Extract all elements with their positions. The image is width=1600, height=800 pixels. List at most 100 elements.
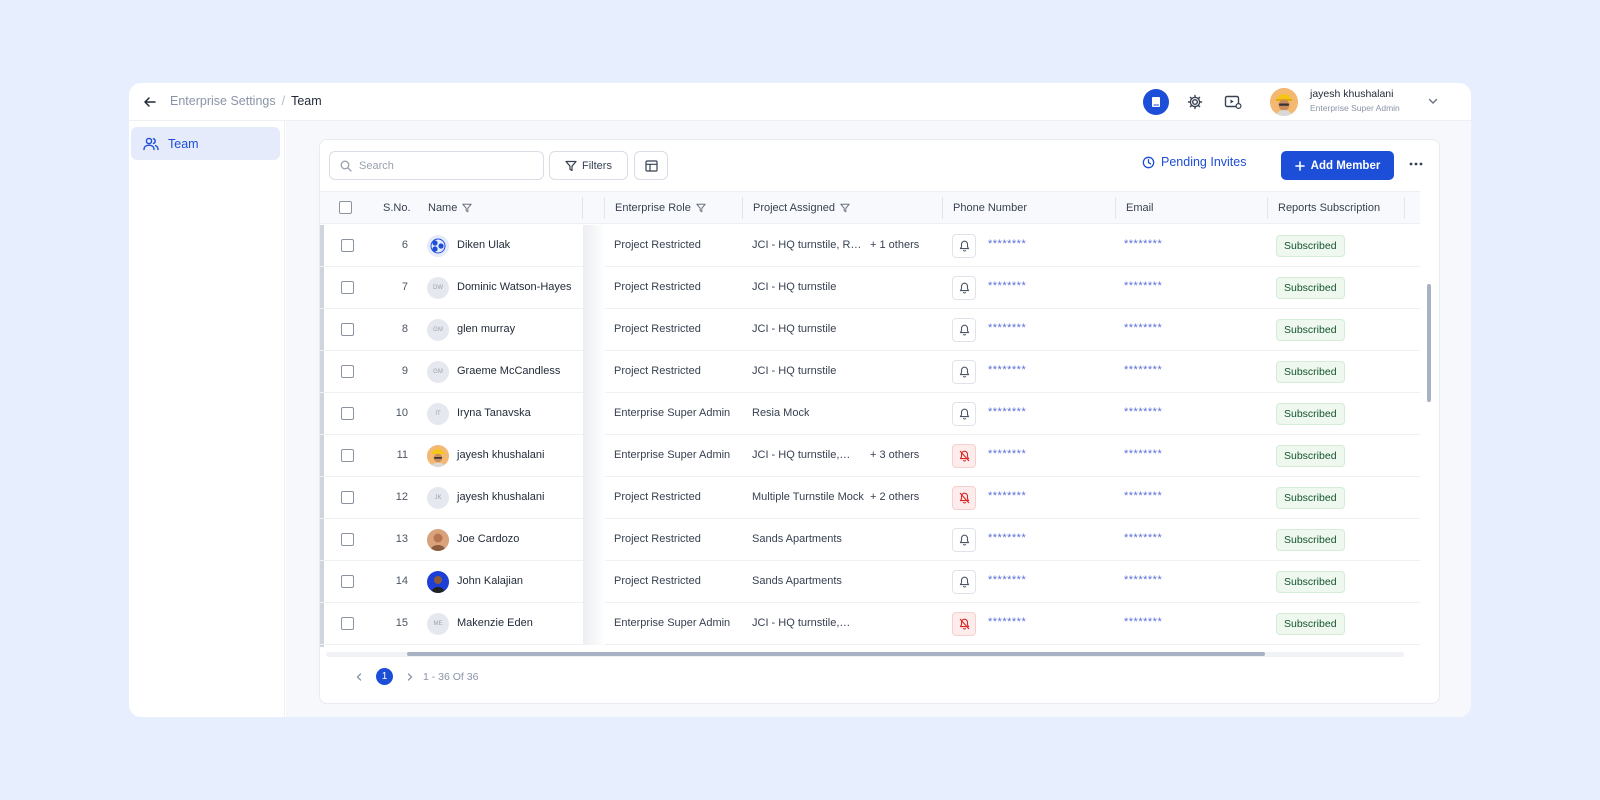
member-name[interactable]: Joe Cardozo [457, 533, 519, 545]
subscribed-badge[interactable]: Subscribed [1276, 361, 1345, 383]
row-checkbox[interactable] [341, 407, 354, 420]
breadcrumb-enterprise-settings[interactable]: Enterprise Settings [170, 94, 276, 108]
search-input[interactable] [359, 159, 529, 172]
subscribed-badge[interactable]: Subscribed [1276, 319, 1345, 341]
subscribed-badge[interactable]: Subscribed [1276, 403, 1345, 425]
row-checkbox[interactable] [341, 365, 354, 378]
subscribed-badge[interactable]: Subscribed [1276, 487, 1345, 509]
project-others-link[interactable]: + 1 others [870, 239, 919, 251]
table-row[interactable]: 14 John Kalajian Project Restricted Sands A… [320, 561, 1420, 603]
column-divider[interactable] [1267, 197, 1268, 219]
column-divider[interactable] [582, 197, 583, 219]
bell-icon[interactable] [952, 318, 976, 342]
table-row[interactable]: 13 Joe Cardozo Project Restricted Sands Apa… [320, 519, 1420, 561]
row-checkbox[interactable] [341, 491, 354, 504]
phone-number[interactable]: ******** [988, 448, 1026, 460]
email[interactable]: ******** [1124, 490, 1162, 502]
subscribed-badge[interactable]: Subscribed [1276, 571, 1345, 593]
row-checkbox[interactable] [341, 617, 354, 630]
member-name[interactable]: glen murray [457, 323, 515, 335]
phone-number[interactable]: ******** [988, 238, 1026, 250]
column-divider[interactable] [942, 197, 943, 219]
bell-icon[interactable] [952, 360, 976, 384]
table-row[interactable]: 15 ME Makenzie Eden Enterprise Super Admin J… [320, 603, 1420, 645]
header-project-assigned[interactable]: Project Assigned [753, 202, 850, 214]
member-name[interactable]: Diken Ulak [457, 239, 510, 251]
project-others-link[interactable]: + 2 others [870, 491, 919, 503]
header-enterprise-role[interactable]: Enterprise Role [615, 202, 706, 214]
bell-off-icon[interactable] [952, 444, 976, 468]
filter-icon[interactable] [696, 203, 706, 213]
bell-off-icon[interactable] [952, 612, 976, 636]
table-row[interactable]: 12 JK jayesh khushalani Project Restricted M… [320, 477, 1420, 519]
subscribed-badge[interactable]: Subscribed [1276, 445, 1345, 467]
chevron-down-icon[interactable] [1425, 93, 1441, 109]
phone-number[interactable]: ******** [988, 490, 1026, 502]
sidebar-item-team[interactable]: Team [131, 127, 280, 160]
member-name[interactable]: Graeme McCandless [457, 365, 560, 377]
email[interactable]: ******** [1124, 322, 1162, 334]
bell-icon[interactable] [952, 570, 976, 594]
row-checkbox[interactable] [341, 281, 354, 294]
user-avatar[interactable] [1270, 88, 1298, 116]
table-row[interactable]: 6 Diken Ulak Project Restricted JCI - HQ tu… [320, 225, 1420, 267]
row-checkbox[interactable] [341, 323, 354, 336]
bell-icon[interactable] [952, 234, 976, 258]
table-row[interactable]: 7 DW Dominic Watson-Hayes Project Restricte… [320, 267, 1420, 309]
member-name[interactable]: Iryna Tanavska [457, 407, 531, 419]
chevron-right-icon[interactable] [405, 672, 415, 682]
email[interactable]: ******** [1124, 238, 1162, 250]
table-row[interactable]: 8 GM glen murray Project Restricted JCI - HQ… [320, 309, 1420, 351]
book-icon[interactable] [1143, 89, 1169, 115]
email[interactable]: ******** [1124, 448, 1162, 460]
column-settings-button[interactable] [634, 151, 668, 180]
bell-off-icon[interactable] [952, 486, 976, 510]
subscribed-badge[interactable]: Subscribed [1276, 613, 1345, 635]
vertical-scrollbar[interactable] [1427, 284, 1431, 402]
member-name[interactable]: John Kalajian [457, 575, 523, 587]
more-options-icon[interactable] [1406, 154, 1426, 174]
row-checkbox[interactable] [341, 239, 354, 252]
member-name[interactable]: Makenzie Eden [457, 617, 533, 629]
email[interactable]: ******** [1124, 280, 1162, 292]
email[interactable]: ******** [1124, 574, 1162, 586]
column-divider[interactable] [1115, 197, 1116, 219]
bell-icon[interactable] [952, 528, 976, 552]
gear-icon[interactable] [1182, 89, 1208, 115]
chevron-left-icon[interactable] [354, 672, 364, 682]
header-name[interactable]: Name [428, 202, 473, 214]
video-settings-icon[interactable] [1220, 89, 1246, 115]
column-divider[interactable] [604, 197, 605, 219]
table-row[interactable]: 10 IT Iryna Tanavska Enterprise Super Admin… [320, 393, 1420, 435]
page-1-button[interactable]: 1 [376, 668, 393, 685]
phone-number[interactable]: ******** [988, 574, 1026, 586]
project-others-link[interactable]: + 3 others [870, 449, 919, 461]
email[interactable]: ******** [1124, 532, 1162, 544]
phone-number[interactable]: ******** [988, 406, 1026, 418]
email[interactable]: ******** [1124, 364, 1162, 376]
pending-invites-button[interactable]: Pending Invites [1142, 155, 1246, 169]
row-checkbox[interactable] [341, 575, 354, 588]
row-checkbox[interactable] [341, 449, 354, 462]
member-name[interactable]: Dominic Watson-Hayes [457, 281, 572, 293]
subscribed-badge[interactable]: Subscribed [1276, 277, 1345, 299]
filter-icon[interactable] [840, 203, 850, 213]
table-row[interactable]: 9 GM Graeme McCandless Project Restricted JC… [320, 351, 1420, 393]
add-member-button[interactable]: Add Member [1281, 151, 1394, 180]
phone-number[interactable]: ******** [988, 280, 1026, 292]
subscribed-badge[interactable]: Subscribed [1276, 235, 1345, 257]
select-all-checkbox[interactable] [339, 201, 352, 214]
member-name[interactable]: jayesh khushalani [457, 491, 544, 503]
email[interactable]: ******** [1124, 406, 1162, 418]
filters-button[interactable]: Filters [549, 151, 628, 180]
bell-icon[interactable] [952, 402, 976, 426]
phone-number[interactable]: ******** [988, 322, 1026, 334]
subscribed-badge[interactable]: Subscribed [1276, 529, 1345, 551]
horizontal-scrollbar[interactable] [407, 652, 1265, 656]
column-divider[interactable] [742, 197, 743, 219]
row-checkbox[interactable] [341, 533, 354, 546]
table-row[interactable]: 11 jayesh khushalani Enterprise Super Admi… [320, 435, 1420, 477]
bell-icon[interactable] [952, 276, 976, 300]
phone-number[interactable]: ******** [988, 532, 1026, 544]
member-name[interactable]: jayesh khushalani [457, 449, 544, 461]
